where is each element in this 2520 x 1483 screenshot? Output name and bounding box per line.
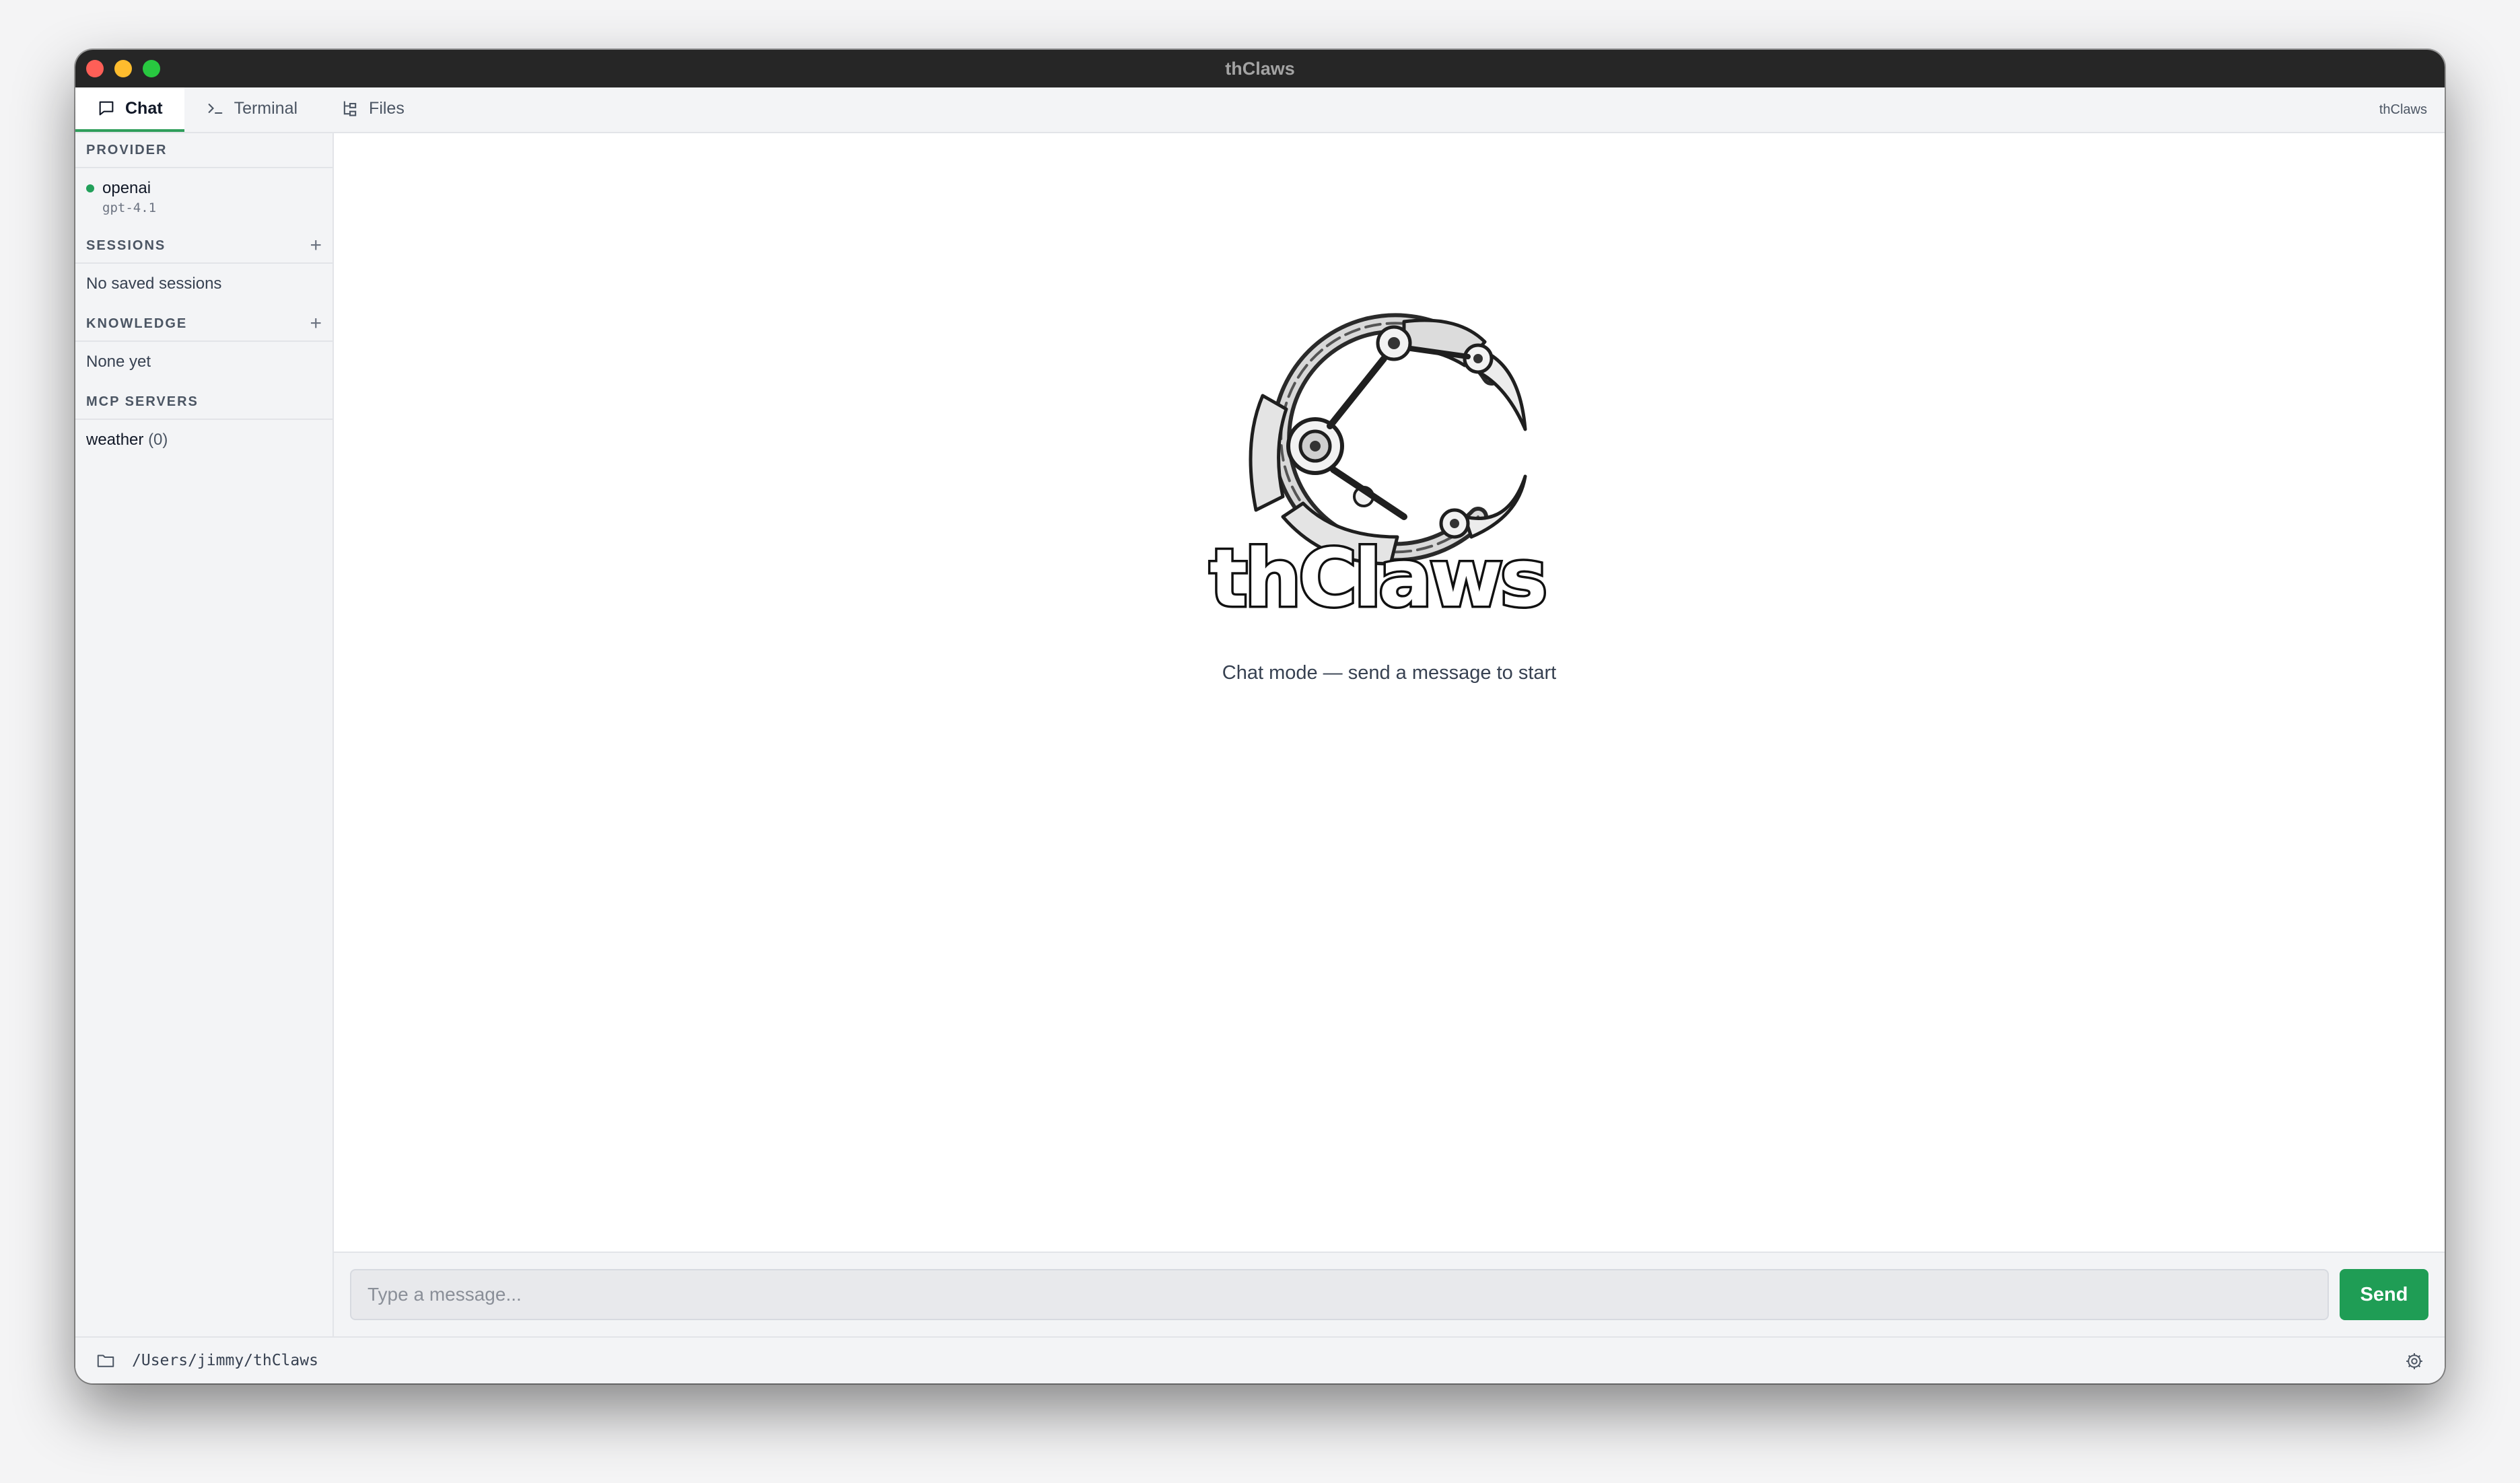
main-body: PROVIDER openai gpt-4.1 SESSIONS + No sa…: [75, 133, 2445, 1336]
thclaws-logo: thClaws: [1202, 295, 1552, 627]
knowledge-section-header: KNOWLEDGE +: [75, 307, 332, 342]
status-dot-icon: [86, 184, 94, 192]
file-tree-icon: [343, 101, 357, 116]
sessions-section-header: SESSIONS +: [75, 229, 332, 264]
send-button[interactable]: Send: [2340, 1269, 2428, 1320]
title-bar: thClaws: [75, 50, 2445, 87]
maximize-window-button[interactable]: [143, 60, 160, 77]
gear-icon[interactable]: [2404, 1351, 2424, 1371]
knowledge-empty-text: None yet: [86, 353, 151, 371]
robot-claw-logo-icon: thClaws: [1207, 313, 1550, 627]
tabbar-app-name: thClaws: [2379, 102, 2427, 117]
tab-label: Terminal: [234, 98, 298, 118]
mcp-server-name: weather: [86, 431, 144, 449]
terminal-prompt-icon: [208, 104, 222, 114]
mcp-server-item[interactable]: weather (0): [75, 420, 332, 463]
working-directory-path: /Users/jimmy/thClaws: [132, 1352, 318, 1369]
provider-section[interactable]: openai gpt-4.1: [75, 168, 332, 229]
logo-wordmark: thClaws: [1210, 532, 1545, 618]
mcp-server-count: (0): [148, 431, 168, 449]
provider-model: gpt-4.1: [102, 201, 157, 215]
chat-panel: thClaws Chat mode — send a message to st…: [334, 133, 2445, 1336]
chat-message-area: thClaws Chat mode — send a message to st…: [334, 133, 2445, 1252]
tab-files[interactable]: Files: [319, 87, 426, 132]
section-title: SESSIONS: [86, 238, 166, 253]
minimize-window-button[interactable]: [114, 60, 132, 77]
provider-name: openai: [102, 179, 151, 197]
message-input[interactable]: [350, 1269, 2329, 1320]
window-controls: [86, 60, 160, 77]
provider-row[interactable]: openai: [86, 179, 322, 198]
provider-section-header: PROVIDER: [75, 133, 332, 168]
section-title: PROVIDER: [86, 142, 168, 157]
tab-label: Chat: [125, 98, 163, 118]
tab-terminal[interactable]: Terminal: [184, 87, 319, 132]
add-session-button[interactable]: +: [310, 234, 322, 257]
mcp-section-header: MCP SERVERS: [75, 385, 332, 420]
add-knowledge-button[interactable]: +: [310, 312, 322, 335]
empty-state-message: Chat mode — send a message to start: [1222, 662, 1557, 684]
section-title: KNOWLEDGE: [86, 316, 188, 331]
section-title: MCP SERVERS: [86, 394, 199, 409]
app-window: thClaws Chat Terminal Files thClaws PROV…: [75, 50, 2445, 1383]
status-bar: /Users/jimmy/thClaws: [75, 1336, 2445, 1383]
window-title: thClaws: [1225, 58, 1295, 79]
sessions-empty-text: No saved sessions: [86, 275, 222, 293]
chat-bubble-icon: [99, 101, 114, 116]
message-composer: Send: [334, 1252, 2445, 1336]
sidebar: PROVIDER openai gpt-4.1 SESSIONS + No sa…: [75, 133, 334, 1336]
tab-bar: Chat Terminal Files thClaws: [75, 87, 2445, 133]
close-window-button[interactable]: [86, 60, 104, 77]
folder-icon[interactable]: [96, 1350, 116, 1371]
tab-chat[interactable]: Chat: [75, 87, 184, 132]
tab-label: Files: [369, 98, 405, 118]
